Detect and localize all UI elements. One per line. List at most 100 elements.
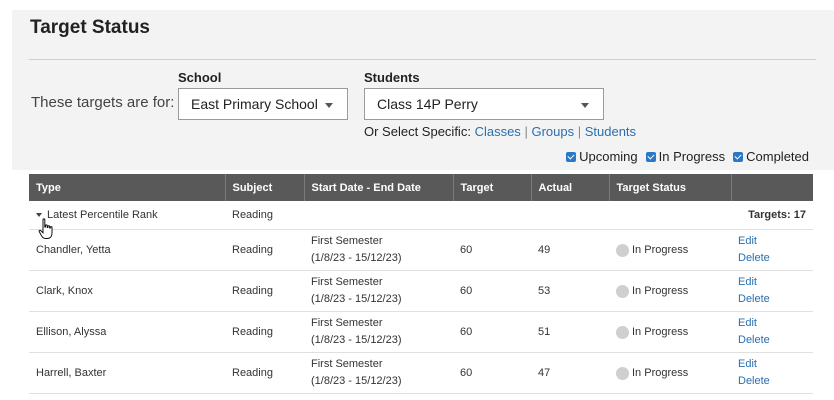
actions-cell: Edit Delete bbox=[731, 270, 813, 312]
date-range: (1/8/23 - 15/12/23) bbox=[311, 293, 402, 305]
column-header-type[interactable]: Type bbox=[29, 174, 226, 201]
groups-link[interactable]: Groups bbox=[531, 124, 574, 139]
date-range-cell: First Semester (1/8/23 - 15/12/23) bbox=[304, 229, 453, 271]
delete-link[interactable]: Delete bbox=[738, 250, 806, 267]
students-label: Students bbox=[364, 70, 420, 85]
checkbox-checked-icon[interactable] bbox=[566, 151, 577, 162]
status-label: In Progress bbox=[632, 367, 689, 379]
students-select[interactable]: Class 14P Perry bbox=[364, 88, 604, 120]
group-row[interactable]: Latest Percentile Rank Reading Targets: … bbox=[29, 201, 813, 230]
date-range: (1/8/23 - 15/12/23) bbox=[311, 375, 402, 387]
completed-filter[interactable]: Completed bbox=[733, 149, 809, 164]
column-header-actions bbox=[731, 174, 813, 201]
actions-cell: Edit Delete bbox=[731, 311, 813, 353]
status-label: In Progress bbox=[632, 244, 689, 256]
column-header-status[interactable]: Target Status bbox=[609, 174, 732, 201]
column-header-actual[interactable]: Actual bbox=[531, 174, 610, 201]
school-label: School bbox=[178, 70, 222, 85]
status-filters: Upcoming In Progress Completed bbox=[566, 149, 809, 164]
upcoming-filter[interactable]: Upcoming bbox=[566, 149, 638, 164]
date-range: (1/8/23 - 15/12/23) bbox=[311, 252, 402, 264]
table-row: Chandler, Yetta Reading First Semester (1… bbox=[29, 229, 813, 271]
date-range-cell: First Semester (1/8/23 - 15/12/23) bbox=[304, 270, 453, 312]
separator: | bbox=[524, 124, 528, 139]
edit-link[interactable]: Edit bbox=[738, 233, 806, 250]
hand-pointer-icon bbox=[38, 218, 53, 239]
period-label: First Semester bbox=[311, 317, 383, 329]
in-progress-label: In Progress bbox=[658, 149, 726, 164]
period-label: First Semester bbox=[311, 235, 383, 247]
actual-cell: 51 bbox=[531, 311, 609, 353]
target-cell: 60 bbox=[453, 352, 531, 394]
delete-link[interactable]: Delete bbox=[738, 332, 806, 349]
targets-for-label: These targets are for: bbox=[31, 94, 175, 111]
edit-link[interactable]: Edit bbox=[738, 274, 806, 291]
group-type-label: Latest Percentile Rank bbox=[47, 209, 158, 221]
table-header-row: Type Subject Start Date - End Date Targe… bbox=[29, 174, 813, 201]
upcoming-label: Upcoming bbox=[579, 149, 638, 164]
status-cell: In Progress bbox=[609, 311, 731, 353]
target-cell: 60 bbox=[453, 311, 531, 353]
subject-cell: Reading bbox=[225, 352, 304, 394]
table-row: Harrell, Baxter Reading First Semester (1… bbox=[29, 352, 813, 394]
status-cell: In Progress bbox=[609, 270, 731, 312]
student-name: Harrell, Baxter bbox=[29, 352, 225, 394]
status-dot-icon bbox=[616, 243, 629, 257]
date-range-cell: First Semester (1/8/23 - 15/12/23) bbox=[304, 311, 453, 353]
table-row: Ellison, Alyssa Reading First Semester (1… bbox=[29, 311, 813, 353]
checkbox-checked-icon[interactable] bbox=[645, 151, 656, 162]
target-cell: 60 bbox=[453, 270, 531, 312]
in-progress-filter[interactable]: In Progress bbox=[645, 149, 726, 164]
status-dot-icon bbox=[616, 325, 629, 339]
status-cell: In Progress bbox=[609, 229, 731, 271]
chevron-down-icon bbox=[325, 103, 333, 108]
checkbox-checked-icon[interactable] bbox=[733, 151, 744, 162]
date-range-cell: First Semester (1/8/23 - 15/12/23) bbox=[304, 352, 453, 394]
group-type[interactable]: Latest Percentile Rank bbox=[29, 201, 225, 230]
separator: | bbox=[577, 124, 582, 139]
actions-cell: Edit Delete bbox=[731, 229, 813, 271]
table-row: Clark, Knox Reading First Semester (1/8/2… bbox=[29, 270, 813, 312]
group-subject: Reading bbox=[225, 201, 304, 230]
target-cell: 60 bbox=[453, 229, 531, 271]
select-specific: Or Select Specific: Classes | Groups | S… bbox=[364, 124, 636, 139]
column-header-subject[interactable]: Subject bbox=[225, 174, 305, 201]
status-dot-icon bbox=[616, 284, 629, 298]
subject-cell: Reading bbox=[225, 270, 304, 312]
subject-cell: Reading bbox=[225, 311, 304, 353]
date-range: (1/8/23 - 15/12/23) bbox=[311, 334, 402, 346]
column-header-dates[interactable]: Start Date - End Date bbox=[304, 174, 454, 201]
delete-link[interactable]: Delete bbox=[738, 291, 806, 308]
school-select[interactable]: East Primary School bbox=[178, 88, 348, 120]
students-select-value: Class 14P Perry bbox=[377, 96, 478, 112]
select-specific-label: Or Select Specific: bbox=[364, 124, 471, 139]
student-name: Chandler, Yetta bbox=[29, 229, 225, 271]
collapse-triangle-icon[interactable] bbox=[36, 213, 42, 218]
edit-link[interactable]: Edit bbox=[738, 315, 806, 332]
school-select-value: East Primary School bbox=[191, 96, 318, 112]
subject-cell: Reading bbox=[225, 229, 304, 271]
period-label: First Semester bbox=[311, 358, 383, 370]
actions-cell: Edit Delete bbox=[731, 352, 813, 394]
student-name: Ellison, Alyssa bbox=[29, 311, 225, 353]
targets-table: Type Subject Start Date - End Date Targe… bbox=[29, 174, 813, 394]
chevron-down-icon bbox=[581, 103, 589, 108]
divider bbox=[29, 59, 816, 60]
page-title: Target Status bbox=[30, 17, 151, 38]
status-label: In Progress bbox=[632, 285, 689, 297]
edit-link[interactable]: Edit bbox=[738, 356, 806, 373]
completed-label: Completed bbox=[746, 149, 809, 164]
student-name: Clark, Knox bbox=[29, 270, 225, 312]
classes-link[interactable]: Classes bbox=[475, 124, 521, 139]
column-header-target[interactable]: Target bbox=[453, 174, 532, 201]
actual-cell: 53 bbox=[531, 270, 609, 312]
period-label: First Semester bbox=[311, 276, 383, 288]
actual-cell: 49 bbox=[531, 229, 609, 271]
status-cell: In Progress bbox=[609, 352, 731, 394]
status-label: In Progress bbox=[632, 326, 689, 338]
status-dot-icon bbox=[616, 366, 629, 380]
students-link[interactable]: Students bbox=[585, 124, 636, 139]
targets-count: Targets: 17 bbox=[609, 201, 813, 230]
actual-cell: 47 bbox=[531, 352, 609, 394]
delete-link[interactable]: Delete bbox=[738, 373, 806, 390]
